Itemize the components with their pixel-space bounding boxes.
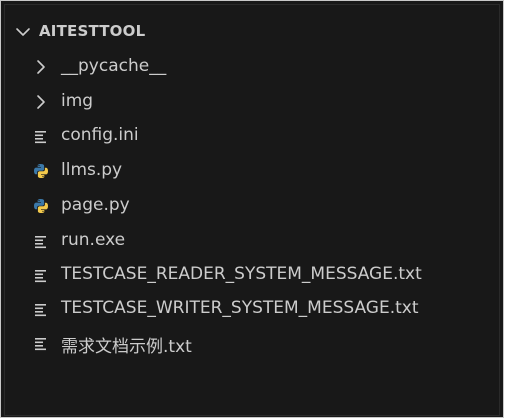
text-lines-icon	[35, 236, 46, 249]
root-folder-header[interactable]: AITESTTOOL	[5, 15, 499, 49]
file-label: page.py	[61, 195, 130, 215]
file-row-requirements-sample[interactable]: 需求文档示例.txt	[5, 326, 499, 360]
file-row-page[interactable]: page.py	[5, 189, 499, 223]
file-row-testcase-writer[interactable]: TESTCASE_WRITER_SYSTEM_MESSAGE.txt	[5, 292, 499, 326]
folder-row-pycache[interactable]: __pycache__	[5, 50, 499, 84]
chevron-down-icon[interactable]	[15, 24, 31, 40]
folder-label: __pycache__	[61, 56, 167, 76]
file-row-llms[interactable]: llms.py	[5, 154, 499, 188]
file-label: config.ini	[61, 125, 139, 145]
folder-row-img[interactable]: img	[5, 85, 499, 119]
text-lines-icon	[35, 338, 46, 351]
file-row-testcase-reader[interactable]: TESTCASE_READER_SYSTEM_MESSAGE.txt	[5, 258, 499, 292]
text-lines-icon	[35, 131, 46, 144]
text-lines-icon	[35, 304, 46, 317]
python-icon	[34, 164, 48, 178]
file-label: TESTCASE_WRITER_SYSTEM_MESSAGE.txt	[61, 298, 419, 318]
folder-label: img	[61, 91, 94, 111]
file-row-config[interactable]: config.ini	[5, 119, 499, 153]
file-label: TESTCASE_READER_SYSTEM_MESSAGE.txt	[61, 264, 422, 284]
file-explorer: AITESTTOOL __pycache__ img config.ini ll…	[4, 4, 500, 416]
file-label: llms.py	[61, 160, 123, 180]
screenshot-frame: AITESTTOOL __pycache__ img config.ini ll…	[0, 0, 504, 418]
file-row-run[interactable]: run.exe	[5, 224, 499, 258]
root-folder-label: AITESTTOOL	[39, 22, 146, 40]
text-lines-icon	[35, 270, 46, 283]
python-icon	[34, 199, 48, 213]
file-label: 需求文档示例.txt	[61, 337, 192, 357]
chevron-right-icon[interactable]	[33, 59, 49, 75]
chevron-right-icon[interactable]	[33, 94, 49, 110]
file-label: run.exe	[61, 230, 126, 250]
